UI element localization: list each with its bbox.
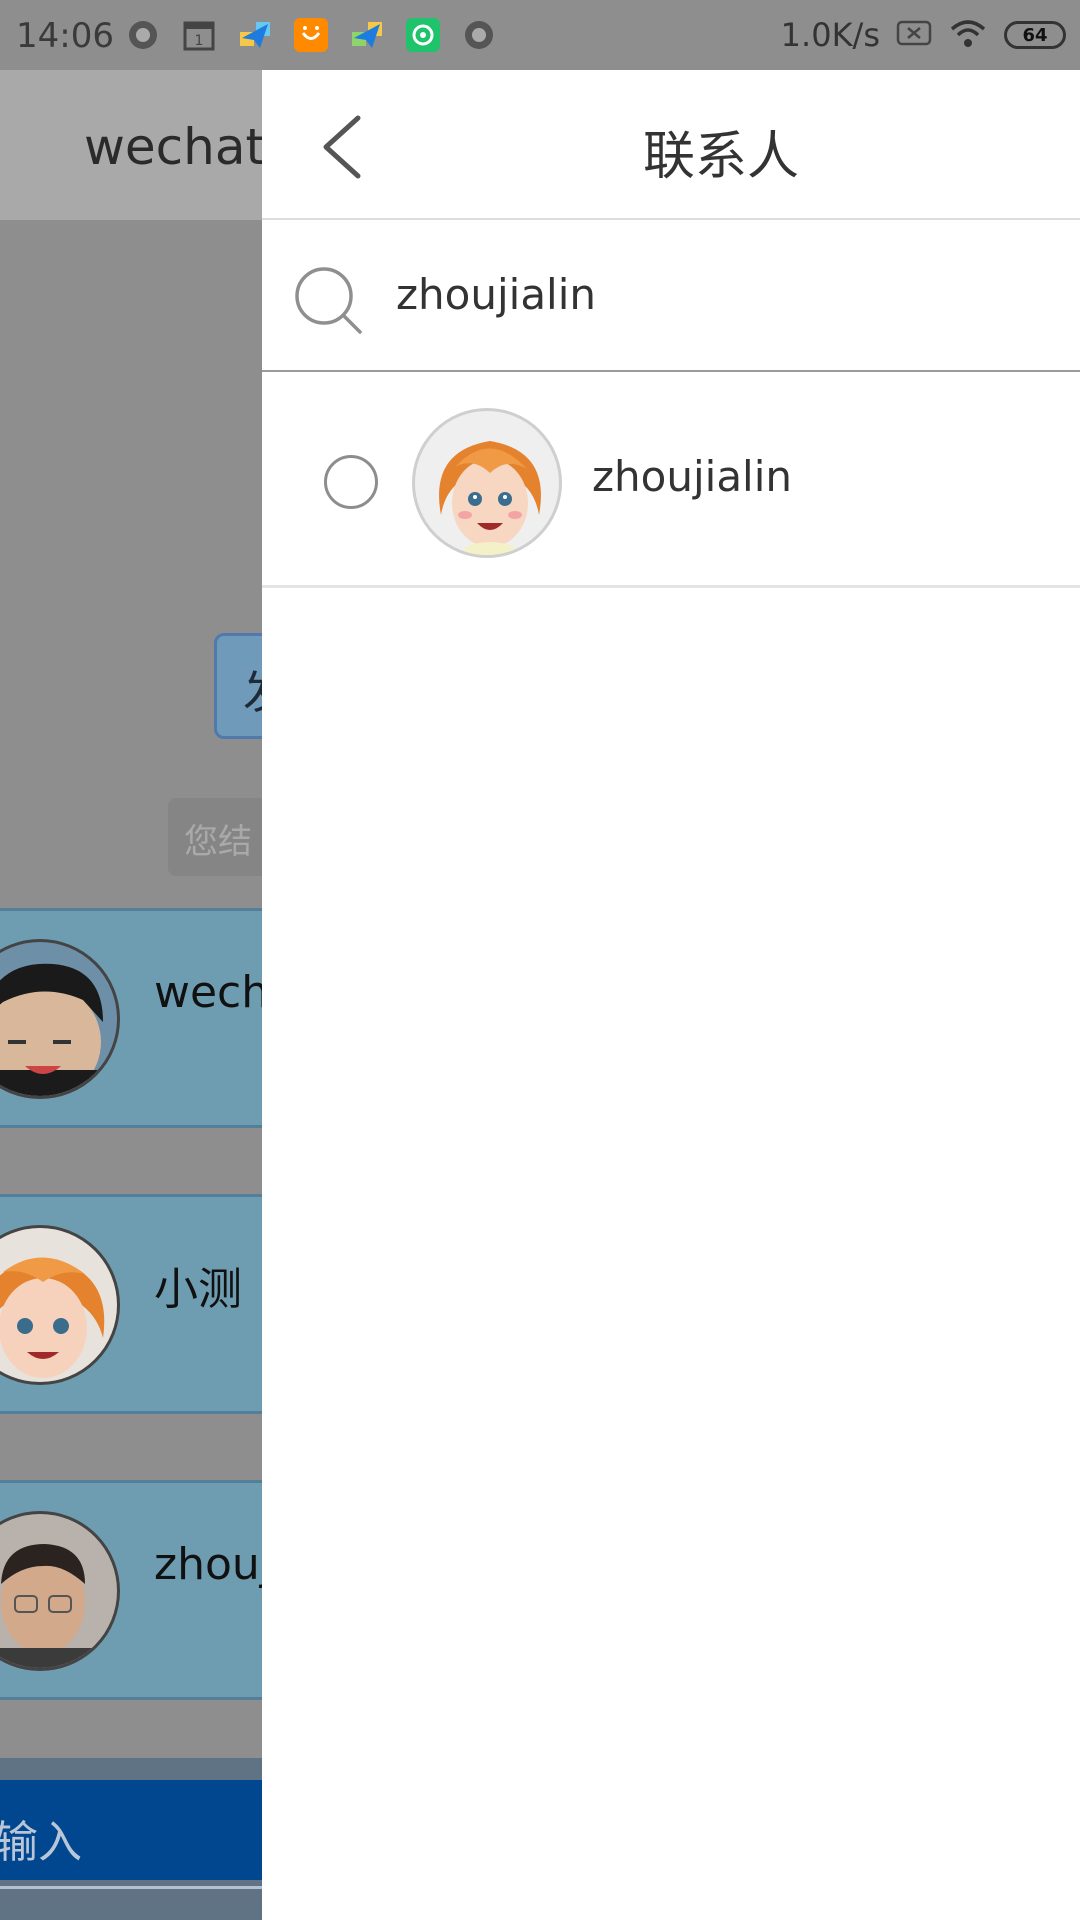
background-title: wechat_ — [84, 118, 291, 176]
wifi-icon — [948, 17, 988, 53]
contact-list-item[interactable]: zhoujialin — [262, 372, 1080, 588]
paper-plane-icon — [238, 18, 272, 52]
notice-text: 您结 — [184, 822, 252, 862]
svg-text:1: 1 — [195, 33, 204, 49]
select-radio[interactable] — [324, 455, 378, 509]
background-card: zhouj — [0, 1480, 300, 1700]
card-name: wech — [154, 967, 270, 1018]
paper-plane-icon — [350, 18, 384, 52]
network-speed: 1.0K/s — [780, 16, 880, 54]
search-bar — [262, 220, 1080, 372]
background-input-placeholder: 输入 — [0, 1817, 82, 1868]
taobao-icon — [294, 18, 328, 52]
status-bar: 14:06 1 1.0K/s 64 — [0, 0, 1080, 70]
background-card: wech — [0, 908, 300, 1128]
battery-level: 64 — [1022, 24, 1048, 46]
background-card: 小测 — [0, 1194, 300, 1414]
avatar — [0, 1511, 120, 1671]
background-input-underline — [0, 1886, 300, 1889]
record-icon — [126, 18, 160, 52]
app-icon — [406, 18, 440, 52]
contact-name: zhoujialin — [592, 452, 793, 501]
status-right: 1.0K/s 64 — [781, 16, 1066, 54]
contacts-drawer: 联系人 zhoujialin — [262, 70, 1080, 1920]
search-icon — [295, 267, 362, 334]
avatar — [0, 1225, 120, 1385]
avatar — [412, 408, 562, 558]
calendar-icon: 1 — [182, 18, 216, 52]
record-icon — [462, 18, 496, 52]
card-name: zhouj — [154, 1539, 273, 1590]
search-input[interactable] — [396, 262, 1046, 326]
page-title: 联系人 — [642, 127, 799, 187]
no-sim-icon — [896, 18, 932, 52]
status-time: 14:06 — [16, 16, 114, 56]
card-name: 小测 — [154, 1264, 242, 1315]
background-input: 输入 — [0, 1780, 300, 1880]
drawer-header: 联系人 — [262, 70, 1080, 220]
battery-icon: 64 — [1004, 21, 1066, 49]
avatar — [0, 939, 120, 1099]
notification-icons: 1 — [126, 18, 496, 52]
